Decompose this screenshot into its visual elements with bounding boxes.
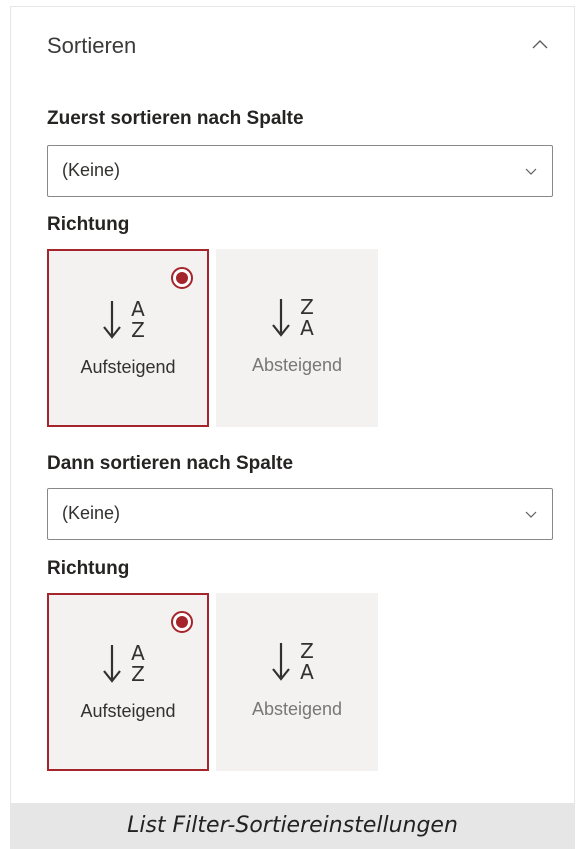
first-sort-column-dropdown[interactable]: (Keine) [47,145,553,197]
sort-descending-icon: Z A [272,639,314,684]
first-sort-column-value: (Keine) [62,160,121,180]
chevron-up-icon[interactable] [530,36,550,52]
ascending-label: Aufsteigend [80,357,176,377]
second-sort-column-value: (Keine) [62,503,121,523]
sort-glyph-letter: A [300,660,314,684]
section-title: Sortieren [47,33,137,58]
sort-descending-icon: Z A [272,295,314,340]
second-sort-ascending-option[interactable]: A Z Aufsteigend [47,593,209,771]
first-sort-direction-label: Richtung [47,214,130,235]
sort-ascending-icon: A Z [103,297,145,342]
radio-selected-icon [171,611,193,633]
descending-label: Absteigend [251,355,343,375]
sort-ascending-icon: A Z [103,641,145,686]
ascending-label: Aufsteigend [80,701,176,721]
radio-selected-icon [171,267,193,289]
sort-glyph-letter: Z [131,662,145,686]
first-sort-ascending-option[interactable]: A Z Aufsteigend [47,249,209,427]
sort-glyph-letter: Z [131,318,145,342]
sort-glyph-letter: A [300,316,314,340]
first-sort-descending-option[interactable]: Z A Absteigend [216,249,378,427]
first-sort-column-label: Zuerst sortieren nach Spalte [47,108,304,129]
caption-bar: List Filter-Sortiereinstellungen [10,803,575,849]
chevron-down-icon [525,511,537,518]
second-sort-descending-option[interactable]: Z A Absteigend [216,593,378,771]
second-sort-direction-label: Richtung [47,558,130,579]
caption-text: List Filter-Sortiereinstellungen [127,813,458,838]
chevron-down-icon [525,168,537,175]
second-sort-column-dropdown[interactable]: (Keine) [47,488,553,540]
second-sort-column-label: Dann sortieren nach Spalte [47,453,294,474]
descending-label: Absteigend [251,699,343,719]
